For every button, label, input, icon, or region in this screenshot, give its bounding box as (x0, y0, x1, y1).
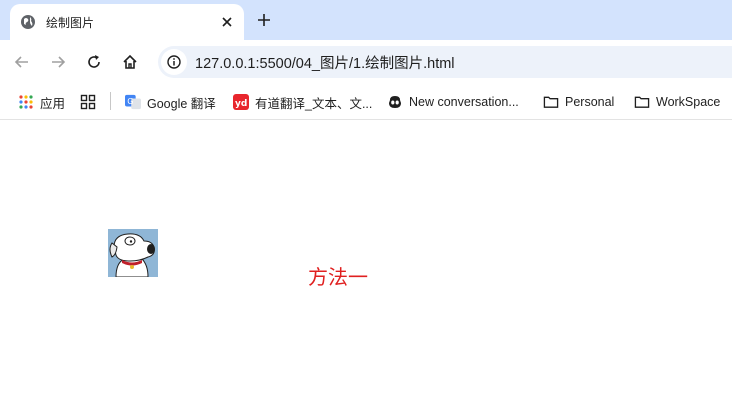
youdao-icon: yd (233, 94, 249, 110)
bookmark-tab-groups[interactable] (80, 91, 102, 113)
bookmark-youdao[interactable]: yd 有道翻译_文本、文... (233, 91, 372, 113)
dog-cartoon-image (108, 229, 158, 277)
bookmarks-separator (110, 92, 111, 110)
copilot-icon (387, 94, 403, 110)
globe-icon (20, 14, 36, 30)
folder-icon (634, 94, 650, 110)
info-icon (167, 55, 181, 69)
folder-icon (543, 94, 559, 110)
bookmark-folder-personal[interactable]: Personal (543, 91, 614, 113)
address-bar[interactable]: 127.0.0.1:5500/04_图片/1.绘制图片.html (158, 46, 732, 78)
plus-icon (258, 14, 270, 26)
bookmark-label: WorkSpace (656, 95, 721, 109)
bookmark-apps[interactable]: 应用 (18, 91, 65, 113)
forward-button[interactable] (46, 50, 70, 74)
site-info-button[interactable] (161, 49, 187, 75)
bookmark-label: New conversation... (409, 95, 519, 109)
svg-text:yd: yd (235, 99, 247, 109)
reload-button[interactable] (82, 50, 106, 74)
method-label: 方法一 (308, 265, 368, 289)
svg-text:G: G (127, 97, 133, 106)
bookmark-google-translate[interactable]: G Google 翻译 (125, 91, 216, 113)
tab-strip: 绘制图片 (0, 0, 732, 40)
tab-active[interactable]: 绘制图片 (10, 4, 244, 40)
url-text[interactable]: 127.0.0.1:5500/04_图片/1.绘制图片.html (195, 52, 455, 73)
home-button[interactable] (118, 50, 142, 74)
apps-grid-icon (18, 94, 34, 110)
google-translate-icon: G (125, 94, 141, 110)
bookmark-new-conversation[interactable]: New conversation... (387, 91, 519, 113)
grid-icon (80, 94, 96, 110)
bookmark-label: 应用 (40, 96, 66, 111)
toolbar: 127.0.0.1:5500/04_图片/1.绘制图片.html (0, 40, 732, 84)
back-button[interactable] (10, 50, 34, 74)
page-content: 方法一 (0, 121, 732, 401)
tab-title: 绘制图片 (46, 15, 95, 30)
arrow-left-icon (14, 56, 28, 68)
home-icon (123, 54, 137, 69)
new-tab-button[interactable] (254, 10, 274, 30)
arrow-right-icon (52, 56, 66, 68)
bookmark-label: Personal (565, 95, 615, 109)
bookmark-folder-workspace[interactable]: WorkSpace (634, 91, 720, 113)
bookmark-label: 有道翻译_文本、文... (255, 96, 373, 111)
bookmark-label: Google 翻译 (147, 96, 216, 111)
close-icon[interactable] (218, 13, 236, 31)
reload-icon (88, 55, 100, 68)
